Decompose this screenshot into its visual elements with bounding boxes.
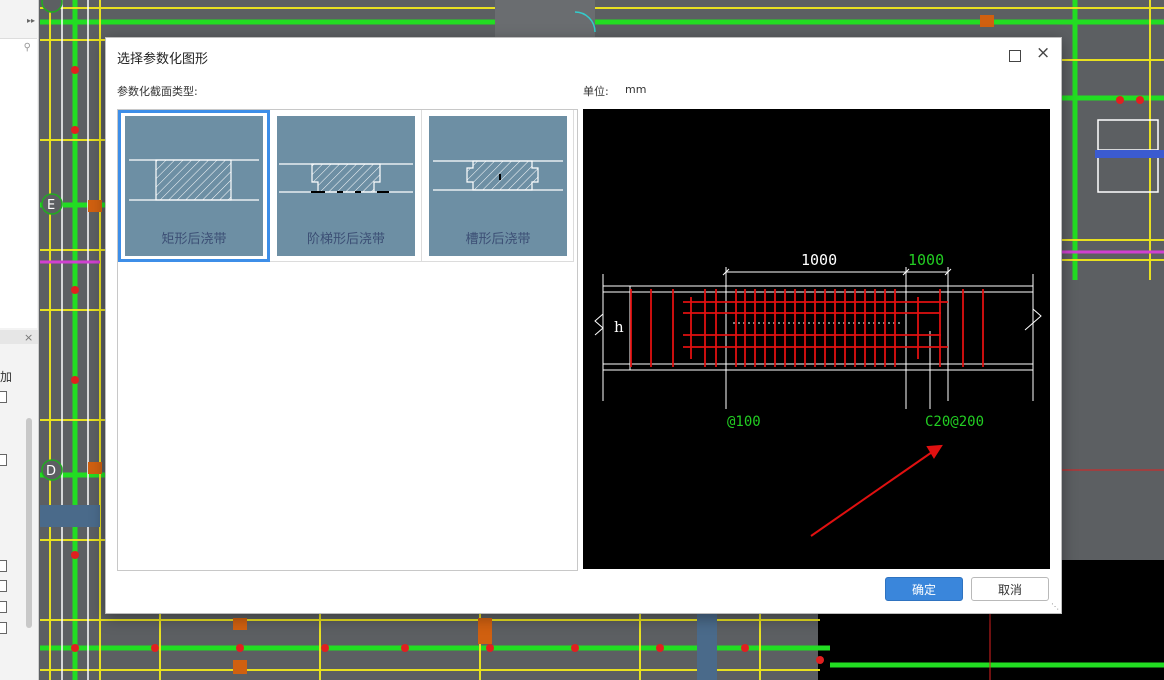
dimension-label-left: 1000 [801,251,837,269]
shape-label: 矩形后浇带 [161,232,227,247]
shape-option-rectangle[interactable]: 矩形后浇带 [118,110,270,262]
left-side-panel: ▸▸ ⚲ × 加 [0,0,39,680]
shape-thumbnail: 矩形后浇带 [125,116,263,256]
unit-value: mm [625,83,647,96]
cancel-button[interactable]: 取消 [971,577,1049,601]
panel-checkbox[interactable] [0,580,7,592]
panel-scrollbar[interactable] [26,418,32,628]
shape-label: 阶梯形后浇带 [306,232,385,247]
panel-checkbox[interactable] [0,622,7,634]
spacing-label: @100 [727,414,761,430]
shape-option-groove[interactable]: 槽形后浇带 [422,110,574,262]
svg-text:D: D [46,464,56,479]
panel-checkbox[interactable] [0,391,7,403]
panel-close-button[interactable]: × [24,331,33,344]
unit-label: 单位: [583,85,609,98]
panel-search-box[interactable]: ⚲ [0,38,37,58]
rebar-label: C20@200 [925,414,984,430]
dimension-label-right: 1000 [908,251,944,269]
dialog-title: 选择参数化图形 [117,52,209,67]
shape-type-list: 矩形后浇带 阶梯形后浇带 槽形后浇带 [117,109,578,571]
close-icon[interactable]: × [1036,43,1050,63]
select-parametric-shape-dialog: 选择参数化图形 × 参数化截面类型: 单位: mm 矩形后浇带 阶梯形后浇带 槽… [105,37,1062,614]
resize-grip-icon[interactable]: ⋱ [1051,602,1059,611]
height-label: h [614,318,624,336]
panel-partial-label: 加 [0,370,13,384]
panel-checkbox[interactable] [0,560,7,572]
maximize-icon[interactable] [1009,50,1021,62]
shape-preview-canvas: 1000 1000 h @100 C20@200 [583,109,1050,569]
panel-collapse-button[interactable]: ▸▸ [0,0,38,25]
shape-thumbnail: 阶梯形后浇带 [277,116,415,256]
shape-label: 槽形后浇带 [465,232,531,247]
panel-checkbox[interactable] [0,601,7,613]
svg-text:E: E [47,198,55,213]
shape-option-stepped[interactable]: 阶梯形后浇带 [270,110,422,262]
shape-thumbnail: 槽形后浇带 [429,116,567,256]
panel-list-area [0,56,37,328]
panel-checkbox[interactable] [0,454,7,466]
search-icon[interactable]: ⚲ [24,42,31,53]
ok-button[interactable]: 确定 [885,577,963,601]
section-type-label: 参数化截面类型: [117,85,198,98]
post-pour-strip-preview-drawing: 1000 1000 h @100 C20@200 [594,251,1042,537]
